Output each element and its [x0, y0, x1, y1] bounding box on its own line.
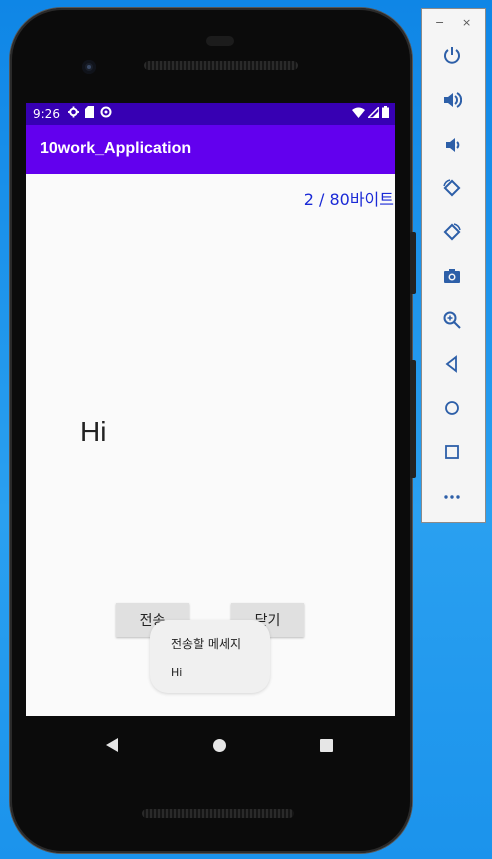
home-icon[interactable] — [439, 395, 465, 421]
close-window-button[interactable]: × — [462, 16, 471, 29]
app-bar: 10work_Application — [26, 125, 395, 174]
status-icons-left — [68, 106, 112, 118]
rotate-left-icon[interactable] — [439, 175, 465, 201]
volume-up-icon[interactable] — [439, 87, 465, 113]
nav-back-icon[interactable] — [106, 738, 118, 752]
status-icons-right — [352, 106, 389, 118]
volume-down-icon[interactable] — [439, 132, 465, 158]
power-side-button — [410, 232, 416, 294]
power-icon[interactable] — [439, 42, 465, 68]
toast-title: 전송할 메세지 — [171, 637, 242, 651]
zoom-icon[interactable] — [439, 307, 465, 333]
more-icon[interactable] — [439, 483, 465, 509]
screenshot-icon[interactable] — [439, 263, 465, 289]
top-speaker-grille — [144, 61, 298, 70]
front-camera — [82, 60, 96, 74]
phone-screen: 9:26 10work_Application 2 / 80바이트 Hi 전송 … — [26, 103, 395, 716]
status-time: 9:26 — [33, 107, 60, 121]
toast-popup: 전송할 메세지 Hi — [150, 620, 270, 693]
app-title: 10work_Application — [40, 140, 192, 157]
data-saver-icon — [100, 106, 112, 118]
cell-signal-icon — [368, 106, 379, 118]
overview-icon[interactable] — [439, 439, 465, 465]
minimize-button[interactable]: − — [435, 16, 444, 29]
rotate-right-icon[interactable] — [439, 219, 465, 245]
nav-recents-icon[interactable] — [320, 739, 333, 752]
byte-counter: 2 / 80바이트 — [303, 190, 394, 209]
back-icon[interactable] — [439, 351, 465, 377]
wifi-icon — [352, 107, 365, 118]
toast-message: Hi — [171, 666, 183, 679]
bottom-speaker-grille — [142, 809, 294, 818]
emulator-toolbar: − × — [421, 8, 486, 523]
status-bar: 9:26 — [26, 103, 395, 125]
message-input[interactable]: Hi — [80, 416, 106, 448]
nav-home-icon[interactable] — [213, 739, 226, 752]
settings-icon — [68, 106, 79, 118]
sd-card-icon — [85, 106, 94, 118]
volume-side-button — [410, 360, 416, 478]
battery-icon — [382, 106, 389, 118]
earpiece-notch — [206, 36, 234, 46]
